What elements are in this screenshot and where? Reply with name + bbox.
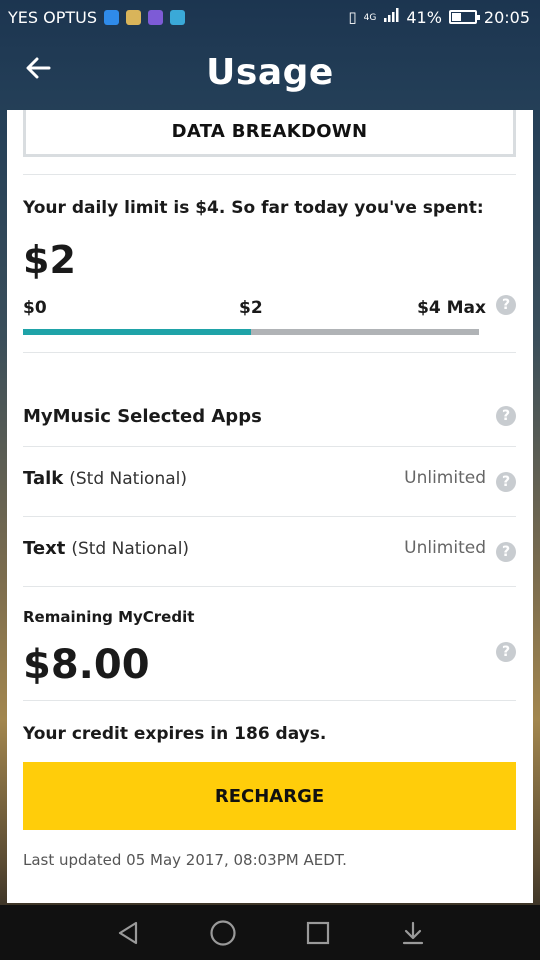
usage-card: DATA BREAKDOWN Your daily limit is $4. S… — [7, 110, 533, 903]
page-title: Usage — [206, 51, 334, 93]
data-breakdown-button[interactable]: DATA BREAKDOWN — [23, 110, 516, 157]
back-button[interactable] — [22, 54, 54, 86]
app-header: Usage — [0, 34, 540, 110]
carrier-name: YES OPTUS — [8, 7, 98, 27]
signal-icon — [383, 7, 399, 27]
notification-pull-icon[interactable] — [393, 913, 433, 953]
message-icon — [104, 9, 120, 25]
spend-scale: $0 $2 $4 Max — [23, 298, 516, 320]
notes-icon — [126, 9, 142, 25]
spent-amount: $2 — [23, 238, 76, 282]
credit-amount: $8.00 — [23, 642, 150, 688]
credit-label: Remaining MyCredit — [23, 608, 195, 626]
status-bar: YES OPTUS ▯ 4G 41% 20:05 — [0, 0, 540, 34]
divider — [23, 700, 516, 701]
last-updated-text: Last updated 05 May 2017, 08:03PM AEDT. — [23, 851, 347, 869]
divider — [23, 586, 516, 587]
network-type: 4G — [363, 13, 377, 23]
system-nav-bar — [0, 905, 540, 960]
row-sublabel: (Std National) — [71, 539, 190, 559]
help-icon[interactable]: ? — [496, 472, 516, 492]
row-value: Unlimited — [404, 538, 486, 558]
home-circle-icon[interactable] — [203, 913, 243, 953]
vibrate-icon: ▯ — [348, 8, 357, 26]
help-icon[interactable]: ? — [496, 295, 516, 315]
status-left: YES OPTUS — [8, 7, 186, 27]
help-icon[interactable]: ? — [496, 542, 516, 562]
row-label: Text — [23, 538, 66, 559]
list-item-talk[interactable]: Talk (Std National) Unlimited — [23, 468, 516, 494]
divider — [23, 516, 516, 517]
gallery-icon — [148, 9, 164, 25]
recharge-button[interactable]: RECHARGE — [23, 762, 516, 830]
list-item-text[interactable]: Text (Std National) Unlimited — [23, 538, 516, 564]
arrow-left-icon — [25, 57, 51, 83]
back-triangle-icon[interactable] — [108, 913, 148, 953]
row-value: Unlimited — [404, 468, 486, 488]
scale-mid-label: $2 — [239, 298, 263, 318]
status-right: ▯ 4G 41% 20:05 — [348, 7, 530, 27]
divider — [23, 446, 516, 447]
row-label: MyMusic Selected Apps — [23, 406, 262, 427]
credit-expiry-text: Your credit expires in 186 days. — [23, 724, 327, 744]
scale-min-label: $0 — [23, 298, 47, 318]
battery-percent: 41% — [406, 7, 442, 27]
divider — [23, 174, 516, 175]
help-icon[interactable]: ? — [496, 406, 516, 426]
list-item-mymusic[interactable]: MyMusic Selected Apps — [23, 406, 516, 432]
daily-limit-text: Your daily limit is $4. So far today you… — [23, 198, 484, 218]
spend-progress-fill — [23, 329, 251, 335]
clock: 20:05 — [483, 7, 530, 27]
scale-max-label: $4 Max — [417, 298, 486, 318]
row-sublabel: (Std National) — [69, 469, 188, 489]
row-label: Talk — [23, 468, 64, 489]
spend-progress-bar — [23, 329, 479, 335]
play-store-icon — [170, 9, 186, 25]
recents-square-icon[interactable] — [298, 913, 338, 953]
divider — [23, 352, 516, 353]
battery-icon — [448, 10, 480, 24]
